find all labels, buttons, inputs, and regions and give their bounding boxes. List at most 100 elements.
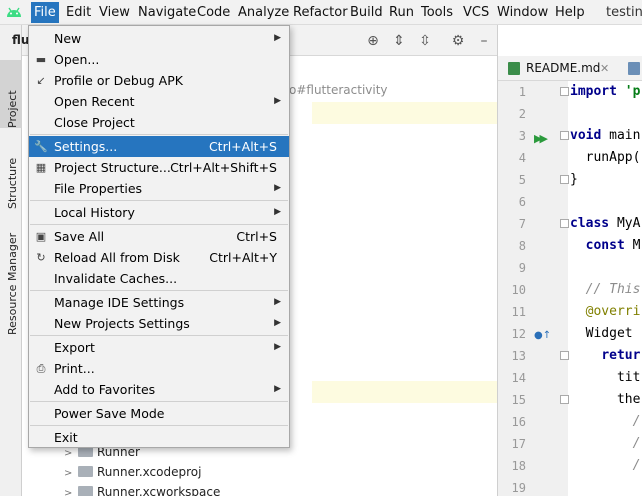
line-number: 12: [511, 327, 526, 341]
line-number: 15: [511, 393, 526, 407]
chevron-right-icon[interactable]: >: [64, 464, 78, 484]
menu-item-power-save-mode[interactable]: Power Save Mode: [29, 403, 289, 424]
menu-item-label: Manage IDE Settings: [54, 295, 185, 310]
tool-window-tab-resource-manager[interactable]: Resource Manager: [0, 215, 22, 335]
menu-file[interactable]: File: [31, 2, 59, 23]
menu-refactor[interactable]: Refactor: [290, 2, 351, 23]
code-keyword: retur: [601, 348, 641, 363]
file-menu-dropdown: New ▶ ▬ Open... ↙ Profile or Debug APK O…: [28, 25, 290, 448]
menu-item-open-recent[interactable]: Open Recent ▶: [29, 91, 289, 112]
tab-readme[interactable]: README.md: [498, 56, 600, 81]
tool-window-tab-structure[interactable]: Structure: [0, 133, 22, 209]
menu-separator: [30, 401, 288, 402]
fold-marker-icon[interactable]: [560, 219, 569, 228]
menu-separator: [30, 335, 288, 336]
menu-item-label: Reload All from Disk: [54, 250, 180, 265]
hide-pane-icon[interactable]: –: [476, 33, 492, 49]
menu-item-project-structure[interactable]: ▦ Project Structure... Ctrl+Alt+Shift+S: [29, 157, 289, 178]
menu-item-exit[interactable]: Exit: [29, 427, 289, 448]
menu-run[interactable]: Run: [386, 2, 417, 23]
code-keyword: import: [570, 84, 617, 99]
line-number: 13: [511, 349, 526, 363]
menu-item-invalidate-caches[interactable]: Invalidate Caches...: [29, 268, 289, 289]
menu-item-label: Print...: [54, 361, 95, 376]
line-number: 6: [518, 195, 526, 209]
menu-view[interactable]: View: [96, 2, 133, 23]
submenu-arrow-icon: ▶: [274, 318, 281, 328]
line-number: 10: [511, 283, 526, 297]
menu-item-profile-debug-apk[interactable]: ↙ Profile or Debug APK: [29, 70, 289, 91]
menu-edit[interactable]: Edit: [63, 2, 94, 23]
menu-help[interactable]: Help: [552, 2, 588, 23]
menu-item-local-history[interactable]: Local History ▶: [29, 202, 289, 223]
menu-item-new-projects-settings[interactable]: New Projects Settings ▶: [29, 313, 289, 334]
menu-item-open[interactable]: ▬ Open...: [29, 49, 289, 70]
tool-window-tab-project[interactable]: Project: [0, 60, 22, 128]
menu-item-label: Invalidate Caches...: [54, 271, 178, 286]
menu-code[interactable]: Code: [194, 2, 233, 23]
menu-window[interactable]: Window: [494, 2, 551, 23]
fold-marker-icon[interactable]: [560, 175, 569, 184]
code-text: M: [624, 238, 641, 253]
wrench-icon: 🔧: [34, 140, 48, 153]
tree-item-runner-xcworkspace[interactable]: > Runner.xcworkspace: [64, 482, 220, 496]
menu-item-label: Profile or Debug APK: [54, 73, 183, 88]
menu-item-shortcut: Ctrl+Alt+Shift+S: [170, 160, 277, 175]
gear-icon[interactable]: ⚙: [450, 33, 466, 49]
tool-window-tab-label: Resource Manager: [6, 232, 19, 335]
fold-marker-icon[interactable]: [560, 351, 569, 360]
menu-item-new[interactable]: New ▶: [29, 28, 289, 49]
line-number: 8: [518, 239, 526, 253]
dart-file-icon[interactable]: [628, 62, 640, 75]
menu-item-print[interactable]: ⎙ Print...: [29, 358, 289, 379]
menu-build[interactable]: Build: [347, 2, 386, 23]
line-number: 14: [511, 371, 526, 385]
locate-icon[interactable]: ⊕: [365, 33, 381, 49]
highlighted-row: [312, 381, 497, 403]
submenu-arrow-icon: ▶: [274, 207, 281, 217]
override-gutter-icon[interactable]: ●↑: [534, 330, 551, 341]
expand-all-icon[interactable]: ⇕: [391, 33, 407, 49]
fold-marker-icon[interactable]: [560, 395, 569, 404]
menu-item-file-properties[interactable]: File Properties ▶: [29, 178, 289, 199]
menu-item-save-all[interactable]: ▣ Save All Ctrl+S: [29, 226, 289, 247]
line-number: 4: [518, 151, 526, 165]
collapse-all-icon[interactable]: ⇳: [417, 33, 433, 49]
line-number: 5: [518, 173, 526, 187]
line-number: 11: [511, 305, 526, 319]
menu-item-label: Close Project: [54, 115, 135, 130]
code-line: import 'p: [570, 81, 640, 103]
tree-item-label: Runner.xcworkspace: [97, 485, 221, 496]
tree-item-label: Runner.xcodeproj: [97, 465, 202, 479]
close-icon[interactable]: ✕: [600, 56, 609, 81]
submenu-arrow-icon: ▶: [274, 183, 281, 193]
menu-item-manage-ide-settings[interactable]: Manage IDE Settings ▶: [29, 292, 289, 313]
project-path-hint: o#flutteractivity: [289, 83, 388, 97]
code-comment: // This: [570, 282, 641, 297]
menu-item-shortcut: Ctrl+Alt+Y: [209, 250, 277, 265]
menu-item-close-project[interactable]: Close Project: [29, 112, 289, 133]
menu-item-reload-all[interactable]: ↻ Reload All from Disk Ctrl+Alt+Y: [29, 247, 289, 268]
fold-marker-icon[interactable]: [560, 87, 569, 96]
menu-navigate[interactable]: Navigate: [135, 2, 199, 23]
tree-item-runner-xcodeproj[interactable]: > Runner.xcodeproj: [64, 462, 201, 482]
code-line: class MyA: [570, 213, 640, 235]
run-gutter-icon[interactable]: ▶▶: [534, 132, 548, 145]
menu-item-label: Project Structure...: [54, 160, 171, 175]
menu-item-export[interactable]: Export ▶: [29, 337, 289, 358]
submenu-arrow-icon: ▶: [274, 96, 281, 106]
code-comment: /: [570, 436, 641, 451]
menu-tools[interactable]: Tools: [418, 2, 456, 23]
menu-item-settings[interactable]: 🔧 Settings... Ctrl+Alt+S: [29, 136, 289, 157]
menu-analyze[interactable]: Analyze: [235, 2, 292, 23]
line-number: 2: [518, 107, 526, 121]
submenu-arrow-icon: ▶: [274, 384, 281, 394]
chevron-right-icon[interactable]: >: [64, 484, 78, 496]
line-number: 18: [511, 459, 526, 473]
code-line: runApp(: [570, 150, 641, 165]
menu-item-add-to-favorites[interactable]: Add to Favorites ▶: [29, 379, 289, 400]
menu-item-label: Open Recent: [54, 94, 135, 109]
fold-marker-icon[interactable]: [560, 131, 569, 140]
left-tool-stripe: Project Structure Resource Manager: [0, 25, 22, 496]
menu-vcs[interactable]: VCS: [460, 2, 492, 23]
